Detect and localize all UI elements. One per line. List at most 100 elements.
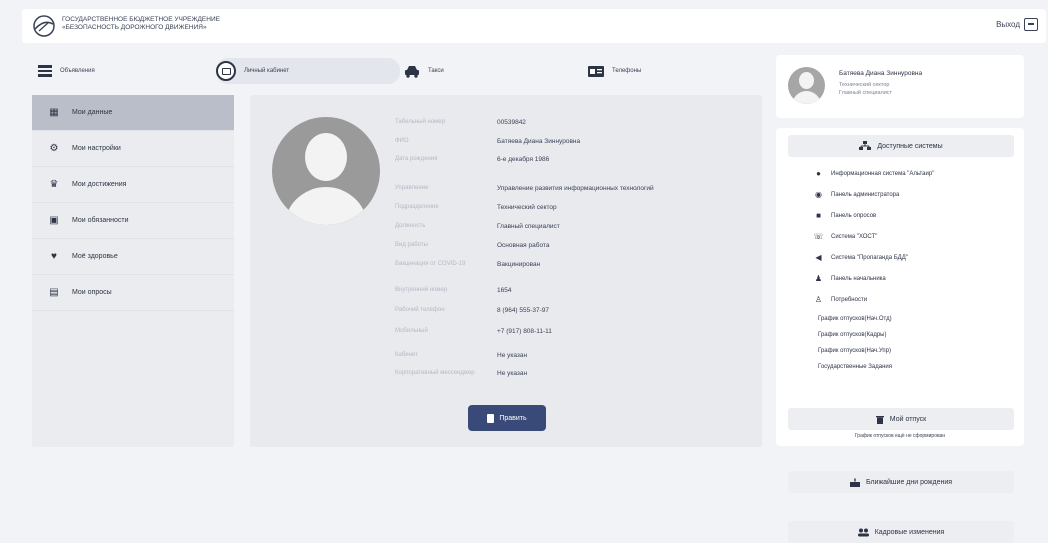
sidebar-item-my-settings[interactable]: ⚙ Мои настройки <box>32 131 234 167</box>
avatar <box>272 117 380 225</box>
news-icon <box>38 65 52 77</box>
avatar-body-shape <box>792 91 821 104</box>
systems-header: Доступные системы <box>788 135 1014 157</box>
info-value: Главный специалист <box>497 223 560 230</box>
info-value: 6-е декабря 1986 <box>497 156 550 163</box>
info-label: Вакцинация от COVID-19 <box>395 261 466 267</box>
avatar <box>788 67 825 104</box>
info-value: +7 (917) 808-11-11 <box>497 328 552 335</box>
info-row-position: Должность Главный специалист <box>395 223 755 230</box>
avatar-head-shape <box>799 72 814 89</box>
sidebar-item-label: Мои настройки <box>72 145 121 152</box>
tab-personal-account[interactable]: Личный кабинет <box>216 58 400 84</box>
profile-card-icon <box>216 61 236 81</box>
system-link-admin-panel[interactable]: ◉ Панель администратора <box>814 190 899 199</box>
trash-icon <box>875 415 884 424</box>
tab-announcements-label: Объявления <box>60 68 95 74</box>
systems-title: Доступные системы <box>877 142 943 150</box>
link-vacation-schedule-dept[interactable]: График отпусков(Нач.Отд) <box>818 316 892 322</box>
sidebar-item-label: Мои опросы <box>72 289 112 296</box>
user-name: Батяева Диана Зиннуровна <box>839 70 923 77</box>
info-row-work-phone: Рабочий телефон 8 (964) 555-37-97 <box>395 307 755 314</box>
birthdays-header[interactable]: Ближайшие дни рождения <box>788 471 1014 493</box>
my-vacation-header[interactable]: Мой отпуск <box>788 408 1014 430</box>
logout-button[interactable]: Выход <box>996 18 1038 31</box>
users-icon <box>857 528 869 536</box>
briefcase-icon: ▣ <box>49 215 59 226</box>
system-link-needs[interactable]: ♙ Потребности <box>814 295 867 304</box>
info-value: Вакцинирован <box>497 261 541 268</box>
sidebar-item-my-duties[interactable]: ▣ Мои обязанности <box>32 203 234 239</box>
sidebar-item-label: Мои достижения <box>72 181 127 188</box>
info-label: Табельный номер <box>395 119 445 125</box>
edit-button[interactable]: Править <box>468 405 546 431</box>
info-row-messenger: Корпоративный мессенджер Не указан <box>395 370 755 377</box>
info-row-internal-number: Внутренний номер 1654 <box>395 287 755 294</box>
systems-card: Доступные системы ● Информационная систе… <box>776 128 1024 446</box>
tab-taxi[interactable]: Такси <box>404 58 444 84</box>
system-link-polls-panel[interactable]: ■ Панель опросов <box>814 211 876 220</box>
tab-phones[interactable]: Телефоны <box>588 58 641 84</box>
info-row-department: Управление Управление развития информаци… <box>395 185 755 192</box>
info-value: 8 (964) 555-37-97 <box>497 307 550 314</box>
info-label: Должность <box>395 223 426 229</box>
birthdays-title: Ближайшие дни рождения <box>865 478 953 486</box>
info-label: Мобильный <box>395 328 428 334</box>
profile-panel: Табельный номер 00539842 ФИО Батяева Диа… <box>250 95 762 447</box>
info-row-vaccination: Вакцинация от COVID-19 Вакцинирован <box>395 261 755 268</box>
car-icon <box>405 65 419 78</box>
top-navigation: Объявления Личный кабинет Такси Телефоны <box>30 58 760 84</box>
trophy-icon: ♛ <box>49 179 59 190</box>
info-value: 00539842 <box>497 119 526 126</box>
sidebar-item-label: Мои данные <box>72 109 113 116</box>
info-value: 1654 <box>497 287 512 294</box>
sidebar-item-my-health[interactable]: ♥ Моё здоровье <box>32 239 234 275</box>
info-label: Подразделение <box>395 204 439 210</box>
org-name: ГОСУДАРСТВЕННОЕ БЮДЖЕТНОЕ УЧРЕЖДЕНИЕ «БЕ… <box>62 16 220 32</box>
info-label: Корпоративный мессенджер <box>395 370 475 376</box>
avatar-head-shape <box>305 133 347 181</box>
system-link-chief-panel[interactable]: ♟ Панель начальника <box>814 274 886 283</box>
system-link-host[interactable]: ☏ Система "ХОСТ" <box>813 232 878 241</box>
link-vacation-schedule-hr[interactable]: График отпусков(Кадры) <box>818 332 887 338</box>
heart-icon: ♥ <box>51 251 57 262</box>
info-row-work-type: Вид работы Основная работа <box>395 242 755 249</box>
system-link-label: Потребности <box>831 296 868 303</box>
headset-icon: ☏ <box>813 232 824 241</box>
users-icon: ♙ <box>814 295 823 304</box>
poll-icon: ▤ <box>49 287 59 298</box>
logout-label: Выход <box>996 20 1020 29</box>
info-label: Кабинет <box>395 352 418 358</box>
user-card: Батяева Диана Зиннуровна Технический сек… <box>776 55 1024 118</box>
sidebar-item-label: Мои обязанности <box>72 217 129 224</box>
org-name-line1: ГОСУДАРСТВЕННОЕ БЮДЖЕТНОЕ УЧРЕЖДЕНИЕ <box>62 16 220 23</box>
info-row-birth-date: Дата рождения 6-е декабря 1986 <box>395 156 755 163</box>
tab-personal-account-label: Личный кабинет <box>244 68 290 74</box>
info-row-division: Подразделение Технический сектор <box>395 204 755 211</box>
tab-announcements[interactable]: Объявления <box>38 58 95 84</box>
sidebar-item-my-achievements[interactable]: ♛ Мои достижения <box>32 167 234 203</box>
app-header: ГОСУДАРСТВЕННОЕ БЮДЖЕТНОЕ УЧРЕЖДЕНИЕ «БЕ… <box>22 9 1046 43</box>
info-value: Не указан <box>497 370 528 377</box>
sidebar-item-my-polls[interactable]: ▤ Мои опросы <box>32 275 234 311</box>
sidebar-item-my-data[interactable]: ▦ Мои данные <box>32 95 234 131</box>
link-state-assignments[interactable]: Государственные Задания <box>818 364 892 370</box>
system-link-altair[interactable]: ● Информационная система "Альтаир" <box>814 169 934 178</box>
shield-icon: ◉ <box>815 190 822 199</box>
poll-icon: ■ <box>816 211 821 220</box>
info-label: Управление <box>395 185 429 191</box>
sidebar-item-label: Моё здоровье <box>72 253 118 260</box>
info-value: Батяева Диана Зиннуровна <box>497 138 581 145</box>
edit-button-label: Править <box>499 414 527 422</box>
info-value: Управление развития информационных техно… <box>497 185 654 192</box>
gear-icon: ⚙ <box>49 143 59 154</box>
id-card-icon: ▦ <box>49 107 59 118</box>
info-row-full-name: ФИО Батяева Диана Зиннуровна <box>395 138 755 145</box>
link-vacation-schedule-management[interactable]: График отпусков(Нач.Упр) <box>818 348 891 354</box>
system-link-propaganda[interactable]: ◀ Система "Пропаганда БДД" <box>814 253 908 262</box>
logo-icon <box>33 15 55 37</box>
hr-changes-header[interactable]: Кадровые изменения <box>788 521 1014 543</box>
info-label: Внутренний номер <box>395 287 448 293</box>
info-row-mobile-phone: Мобильный +7 (917) 808-11-11 <box>395 328 755 335</box>
info-row-personnel-number: Табельный номер 00539842 <box>395 119 755 126</box>
